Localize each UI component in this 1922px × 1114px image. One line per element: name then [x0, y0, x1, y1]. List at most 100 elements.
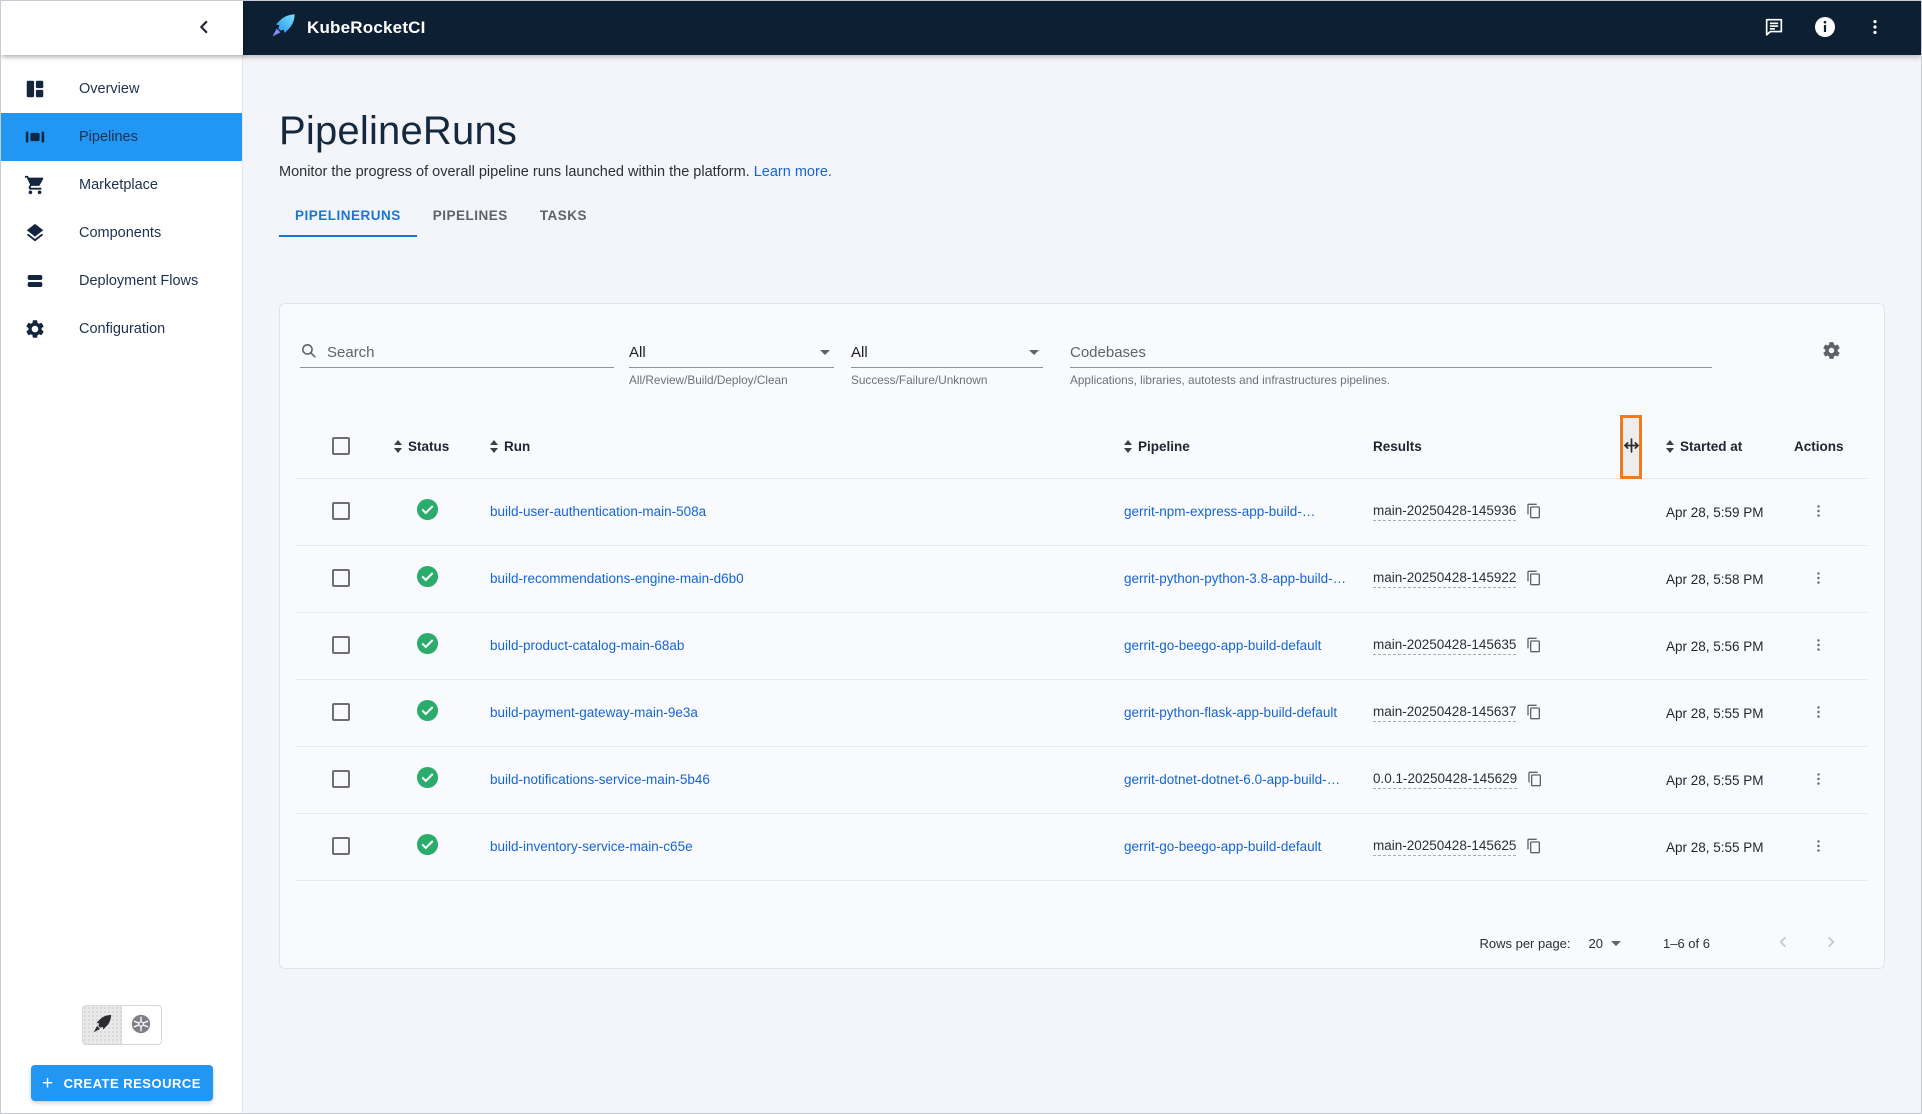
- rows-per-page-label: Rows per page:: [1479, 936, 1570, 951]
- row-checkbox[interactable]: [332, 703, 350, 721]
- row-checkbox[interactable]: [332, 770, 350, 788]
- pipeline-link[interactable]: gerrit-python-python-3.8-app-build-…: [1124, 571, 1346, 586]
- tab-pipelines[interactable]: PIPELINES: [417, 196, 524, 237]
- result-value[interactable]: 0.0.1-20250428-145629: [1373, 771, 1517, 789]
- table-header-row: Status Run Pipeline Results: [296, 413, 1868, 479]
- row-actions-button[interactable]: [1806, 766, 1831, 795]
- run-link[interactable]: build-notifications-service-main-5b46: [490, 772, 710, 787]
- status-filter-select[interactable]: All: [851, 338, 1043, 368]
- status-success-icon: [416, 565, 439, 593]
- row-checkbox[interactable]: [332, 636, 350, 654]
- sidebar-item-components[interactable]: Components: [1, 209, 242, 257]
- sidebar-item-deployment-flows[interactable]: Deployment Flows: [1, 257, 242, 305]
- copy-button[interactable]: [1526, 838, 1542, 857]
- sidebar-item-label: Deployment Flows: [79, 273, 198, 289]
- row-actions-button[interactable]: [1806, 833, 1831, 862]
- column-header-started-at[interactable]: Started at: [1646, 439, 1760, 454]
- select-all-checkbox[interactable]: [332, 437, 350, 455]
- codebases-helper: Applications, libraries, autotests and i…: [1070, 373, 1712, 387]
- pipeline-link[interactable]: gerrit-dotnet-dotnet-6.0-app-build-…: [1124, 772, 1340, 787]
- pipeline-link[interactable]: gerrit-go-beego-app-build-default: [1124, 839, 1321, 854]
- sidebar-item-marketplace[interactable]: Marketplace: [1, 161, 242, 209]
- topbar-actions: [1763, 15, 1921, 42]
- row-actions-button[interactable]: [1806, 498, 1831, 527]
- sidebar-collapse-button[interactable]: [193, 16, 215, 41]
- table-row: build-user-authentication-main-508a gerr…: [296, 479, 1868, 546]
- copy-button[interactable]: [1526, 503, 1542, 522]
- row-actions-button[interactable]: [1806, 565, 1831, 594]
- tab-tasks[interactable]: TASKS: [524, 196, 603, 237]
- settings-gear-icon: [1821, 340, 1842, 364]
- rows-per-page-value: 20: [1589, 936, 1603, 951]
- result-value[interactable]: main-20250428-145625: [1373, 838, 1516, 856]
- table-settings-button[interactable]: [1821, 340, 1842, 364]
- table-body: build-user-authentication-main-508a gerr…: [296, 479, 1868, 881]
- started-at-value: Apr 28, 5:55 PM: [1646, 840, 1760, 855]
- pipeline-link[interactable]: gerrit-python-flask-app-build-default: [1124, 705, 1337, 720]
- brand: KubeRocketCI: [269, 12, 426, 45]
- sidebar-header: [1, 1, 243, 55]
- codebases-input[interactable]: [1070, 344, 1712, 361]
- column-header-run[interactable]: Run: [472, 439, 1106, 454]
- pipeline-link[interactable]: gerrit-go-beego-app-build-default: [1124, 638, 1321, 653]
- run-link[interactable]: build-inventory-service-main-c65e: [490, 839, 693, 854]
- table-pagination: Rows per page: 20 1–6 of 6: [280, 918, 1884, 968]
- sort-icon: [394, 440, 402, 453]
- sidebar-item-pipelines[interactable]: Pipelines: [1, 113, 242, 161]
- sidebar-item-label: Components: [79, 225, 161, 241]
- pipeline-link[interactable]: gerrit-npm-express-app-build-…: [1124, 504, 1315, 519]
- top-app-bar: KubeRocketCI: [1, 1, 1921, 55]
- column-resize-handle-highlighted[interactable]: [1620, 415, 1642, 479]
- row-actions-button[interactable]: [1806, 699, 1831, 728]
- result-value[interactable]: main-20250428-145936: [1373, 503, 1516, 521]
- kubernetes-view-toggle[interactable]: [122, 1005, 162, 1045]
- run-link[interactable]: build-recommendations-engine-main-d6b0: [490, 571, 744, 586]
- rocket-view-toggle[interactable]: [82, 1005, 122, 1045]
- sidebar-item-label: Pipelines: [79, 129, 138, 145]
- next-page-button[interactable]: [1816, 927, 1846, 960]
- feedback-button[interactable]: [1763, 16, 1785, 41]
- create-resource-button[interactable]: + CREATE RESOURCE: [31, 1065, 213, 1101]
- run-link[interactable]: build-payment-gateway-main-9e3a: [490, 705, 698, 720]
- started-at-value: Apr 28, 5:55 PM: [1646, 773, 1760, 788]
- more-menu-button[interactable]: [1865, 16, 1885, 41]
- type-filter-helper: All/Review/Build/Deploy/Clean: [629, 373, 834, 387]
- copy-button[interactable]: [1526, 570, 1542, 589]
- search-input[interactable]: [327, 344, 614, 361]
- column-header-status[interactable]: Status: [392, 439, 472, 454]
- tab-pipelineruns[interactable]: PIPELINERUNS: [279, 196, 417, 237]
- create-resource-label: CREATE RESOURCE: [64, 1076, 201, 1091]
- kebab-icon: [1810, 569, 1827, 590]
- column-header-actions: Actions: [1760, 439, 1868, 454]
- status-filter-value: All: [851, 344, 1029, 361]
- page-title: PipelineRuns: [279, 109, 1921, 154]
- rows-per-page-select[interactable]: 20: [1589, 936, 1621, 951]
- row-actions-button[interactable]: [1806, 632, 1831, 661]
- result-value[interactable]: main-20250428-145922: [1373, 570, 1516, 588]
- copy-button[interactable]: [1526, 637, 1542, 656]
- started-at-value: Apr 28, 5:59 PM: [1646, 505, 1760, 520]
- row-checkbox[interactable]: [332, 569, 350, 587]
- row-checkbox[interactable]: [332, 837, 350, 855]
- kebab-icon: [1810, 770, 1827, 791]
- info-button[interactable]: [1813, 15, 1837, 42]
- previous-page-button[interactable]: [1768, 927, 1798, 960]
- sidebar-item-configuration[interactable]: Configuration: [1, 305, 242, 353]
- kebab-icon: [1865, 16, 1885, 41]
- copy-button[interactable]: [1527, 771, 1543, 790]
- main-content: PipelineRuns Monitor the progress of ove…: [243, 55, 1921, 1113]
- kebab-icon: [1810, 837, 1827, 858]
- sidebar-item-label: Overview: [79, 81, 139, 97]
- result-value[interactable]: main-20250428-145637: [1373, 704, 1516, 722]
- run-link[interactable]: build-user-authentication-main-508a: [490, 504, 706, 519]
- sidebar-item-overview[interactable]: Overview: [1, 65, 242, 113]
- run-link[interactable]: build-product-catalog-main-68ab: [490, 638, 684, 653]
- column-header-pipeline[interactable]: Pipeline: [1106, 439, 1361, 454]
- type-filter-select[interactable]: All: [629, 338, 834, 368]
- shopping-cart-icon: [23, 173, 47, 197]
- column-resize-handle-cell: [1616, 413, 1646, 479]
- row-checkbox[interactable]: [332, 502, 350, 520]
- result-value[interactable]: main-20250428-145635: [1373, 637, 1516, 655]
- copy-button[interactable]: [1526, 704, 1542, 723]
- learn-more-link[interactable]: Learn more.: [754, 164, 832, 180]
